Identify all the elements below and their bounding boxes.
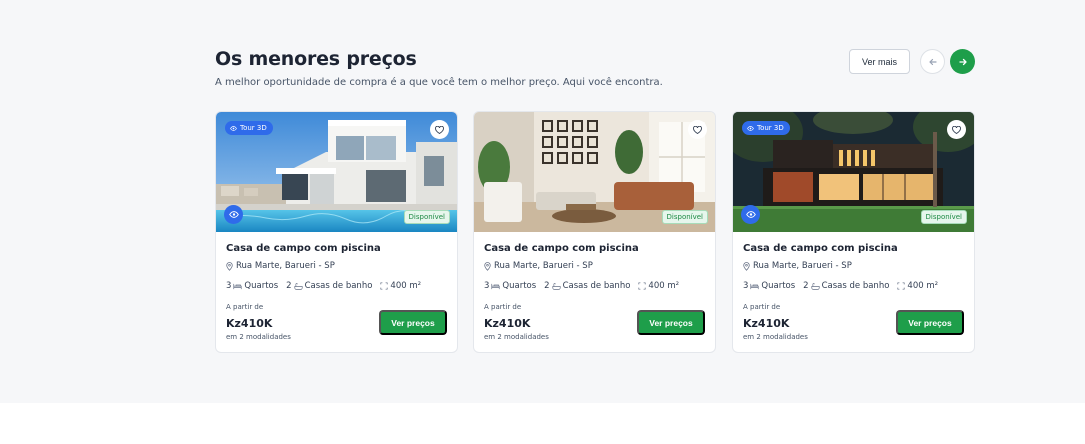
- tour-label: Tour 3D: [240, 124, 267, 132]
- eye-icon: [747, 125, 754, 131]
- rooms-feature: 3 Quartos: [743, 281, 795, 291]
- see-prices-button[interactable]: Ver preços: [896, 310, 964, 335]
- property-title[interactable]: Casa de campo com piscina: [743, 243, 898, 254]
- baths-label: Casas de banho: [562, 281, 631, 291]
- area-feature: 400 m²: [380, 281, 421, 291]
- property-image[interactable]: Tour 3D Disponível: [733, 112, 974, 232]
- price-from-label: A partir de: [743, 303, 781, 311]
- property-address: Rua Marte, Barueri - SP: [484, 261, 593, 271]
- status-badge: Disponível: [920, 210, 967, 224]
- section-subtitle: A melhor oportunidade de compra é a que …: [215, 77, 663, 88]
- baths-feature: 2 Casas de banho: [803, 281, 889, 291]
- area-icon: [638, 282, 646, 290]
- section-title: Os menores preços: [215, 48, 417, 70]
- rooms-feature: 3 Quartos: [484, 281, 536, 291]
- property-image[interactable]: Tour 3D Disponível: [216, 112, 457, 232]
- area-value: 400 m²: [907, 281, 939, 291]
- property-card[interactable]: Disponível Casa de campo com piscina Rua…: [473, 111, 716, 353]
- eye-icon: [230, 125, 237, 131]
- rooms-label: Quartos: [761, 281, 796, 291]
- bed-icon: [491, 283, 501, 289]
- bathtub-icon: [294, 282, 303, 290]
- heart-icon: [952, 125, 961, 134]
- tour-3d-badge[interactable]: Tour 3D: [225, 121, 273, 135]
- property-address: Rua Marte, Barueri - SP: [226, 261, 335, 271]
- rooms-label: Quartos: [502, 281, 537, 291]
- carousel-next-button[interactable]: [950, 49, 975, 74]
- rooms-label: Quartos: [244, 281, 279, 291]
- location-pin-icon: [226, 261, 233, 271]
- heart-icon: [435, 125, 444, 134]
- arrow-right-icon: [958, 58, 967, 65]
- address-text: Rua Marte, Barueri - SP: [753, 261, 852, 271]
- property-title[interactable]: Casa de campo com piscina: [226, 243, 381, 254]
- status-badge: Disponível: [403, 210, 450, 224]
- baths-label: Casas de banho: [304, 281, 373, 291]
- property-title[interactable]: Casa de campo com piscina: [484, 243, 639, 254]
- baths-count: 2: [544, 281, 550, 291]
- property-image[interactable]: Disponível: [474, 112, 715, 232]
- arrow-left-icon: [928, 58, 937, 65]
- baths-feature: 2 Casas de banho: [286, 281, 372, 291]
- eye-icon: [745, 211, 756, 218]
- area-value: 400 m²: [390, 281, 422, 291]
- lowest-prices-section: Os menores preços A melhor oportunidade …: [0, 0, 1085, 403]
- favorite-button[interactable]: [430, 120, 449, 139]
- area-icon: [897, 282, 905, 290]
- tour-label: Tour 3D: [757, 124, 784, 132]
- heart-icon: [693, 125, 702, 134]
- baths-count: 2: [803, 281, 809, 291]
- price-value: Kz410K: [743, 317, 790, 330]
- rooms-count: 3: [484, 281, 490, 291]
- view-button[interactable]: [224, 205, 243, 224]
- baths-label: Casas de banho: [821, 281, 890, 291]
- rooms-feature: 3 Quartos: [226, 281, 278, 291]
- area-icon: [380, 282, 388, 290]
- price-value: Kz410K: [484, 317, 531, 330]
- baths-feature: 2 Casas de banho: [544, 281, 630, 291]
- carousel-prev-button[interactable]: [920, 49, 945, 74]
- view-button[interactable]: [741, 205, 760, 224]
- area-feature: 400 m²: [897, 281, 938, 291]
- bed-icon: [750, 283, 760, 289]
- bathtub-icon: [552, 282, 561, 290]
- modalities-text: em 2 modalidades: [484, 333, 549, 341]
- favorite-button[interactable]: [947, 120, 966, 139]
- eye-icon: [228, 211, 239, 218]
- location-pin-icon: [743, 261, 750, 271]
- modalities-text: em 2 modalidades: [226, 333, 291, 341]
- rooms-count: 3: [226, 281, 232, 291]
- favorite-button[interactable]: [688, 120, 707, 139]
- see-prices-button[interactable]: Ver preços: [637, 310, 705, 335]
- address-text: Rua Marte, Barueri - SP: [236, 261, 335, 271]
- see-more-button[interactable]: Ver mais: [849, 49, 910, 74]
- property-card[interactable]: Tour 3D Disponível Casa de campo com pis…: [732, 111, 975, 353]
- modalities-text: em 2 modalidades: [743, 333, 808, 341]
- location-pin-icon: [484, 261, 491, 271]
- bathtub-icon: [811, 282, 820, 290]
- property-card[interactable]: Tour 3D Disponível Casa de campo com pis…: [215, 111, 458, 353]
- area-value: 400 m²: [648, 281, 680, 291]
- price-from-label: A partir de: [226, 303, 264, 311]
- price-value: Kz410K: [226, 317, 273, 330]
- property-features: 3 Quartos 2 Casas de banho 400 m²: [743, 281, 938, 291]
- address-text: Rua Marte, Barueri - SP: [494, 261, 593, 271]
- property-features: 3 Quartos 2 Casas de banho 400 m²: [226, 281, 421, 291]
- bed-icon: [233, 283, 243, 289]
- property-features: 3 Quartos 2 Casas de banho 400 m²: [484, 281, 679, 291]
- rooms-count: 3: [743, 281, 749, 291]
- baths-count: 2: [286, 281, 292, 291]
- price-from-label: A partir de: [484, 303, 522, 311]
- see-prices-button[interactable]: Ver preços: [379, 310, 447, 335]
- status-badge: Disponível: [661, 210, 708, 224]
- tour-3d-badge[interactable]: Tour 3D: [742, 121, 790, 135]
- property-address: Rua Marte, Barueri - SP: [743, 261, 852, 271]
- area-feature: 400 m²: [638, 281, 679, 291]
